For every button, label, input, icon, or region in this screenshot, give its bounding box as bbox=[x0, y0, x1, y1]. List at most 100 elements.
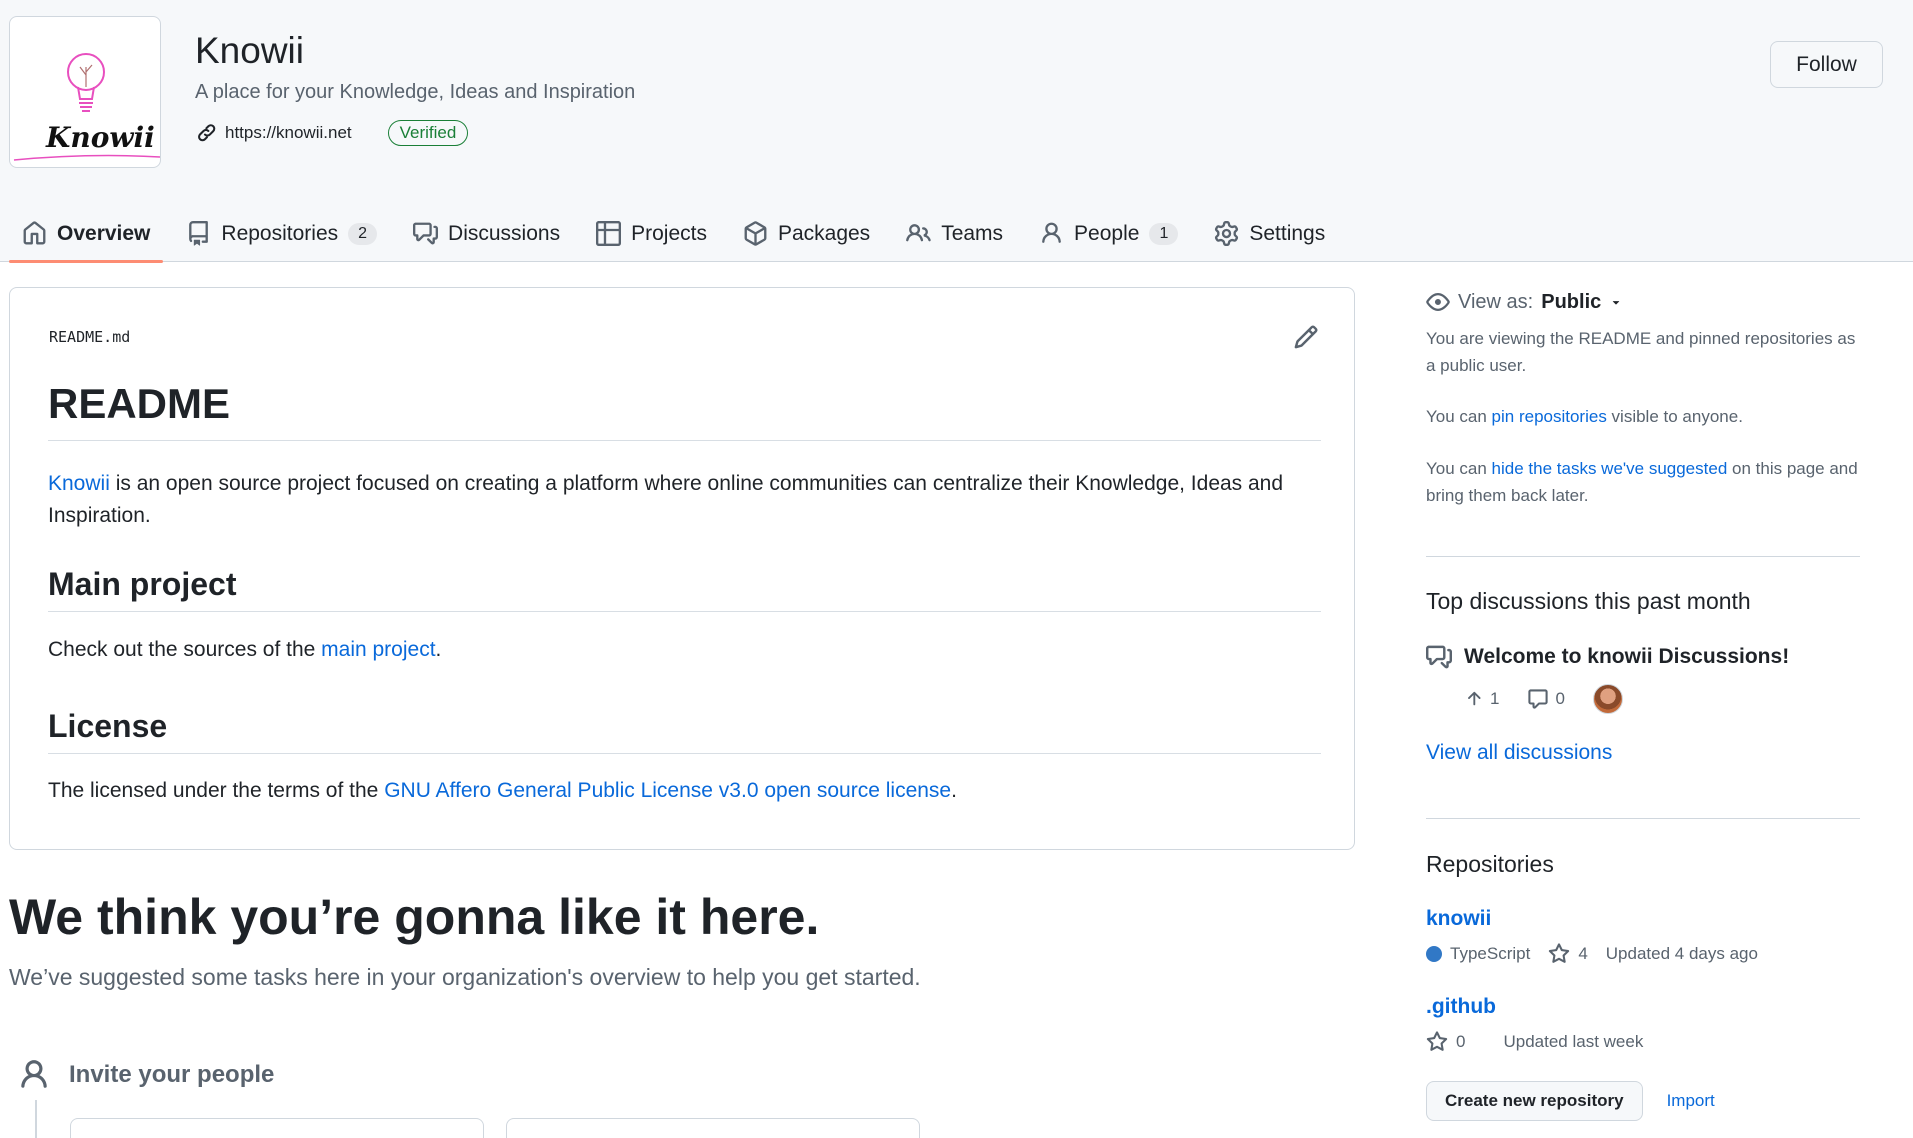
repo-icon bbox=[189, 221, 209, 246]
org-name: Knowii bbox=[195, 30, 304, 71]
invite-people-label: Invite your people bbox=[69, 1061, 275, 1088]
people-count: 1 bbox=[1149, 222, 1179, 245]
discussion-meta: 1 0 bbox=[1464, 684, 1898, 714]
caret-down-icon bbox=[1613, 301, 1620, 305]
tab-packages[interactable]: Packages bbox=[730, 205, 883, 262]
star-icon[interactable] bbox=[1548, 943, 1570, 965]
repo-language: TypeScript bbox=[1450, 944, 1531, 963]
org-meta: https://knowii.net Verified bbox=[195, 120, 469, 146]
follow-button[interactable]: Follow bbox=[1770, 41, 1883, 88]
pin-repositories-link[interactable]: pin repositories bbox=[1492, 407, 1607, 426]
comment-count: 0 bbox=[1555, 689, 1565, 708]
tab-label: Packages bbox=[777, 221, 871, 245]
repo-link-github[interactable]: .github bbox=[1426, 995, 1860, 1019]
hide-tasks-notice: You can hide the tasks we've suggested o… bbox=[1426, 455, 1860, 509]
discussion-icon bbox=[1426, 645, 1452, 669]
tab-label: Projects bbox=[631, 221, 707, 245]
repo-updated: Updated last week bbox=[1503, 1032, 1644, 1051]
main-project-prefix: Check out the sources of the bbox=[48, 638, 322, 661]
repositories-count: 2 bbox=[348, 222, 378, 245]
repo-updated: Updated 4 days ago bbox=[1605, 944, 1758, 963]
discussions-title: Top discussions this past month bbox=[1426, 588, 1751, 614]
repo-stars: 4 bbox=[1578, 944, 1588, 963]
org-header: Knowii Knowii A place for your Knowledge… bbox=[0, 0, 1913, 263]
view-as-value: Public bbox=[1541, 290, 1602, 313]
sidebar-divider bbox=[1426, 818, 1860, 819]
invite-people-task[interactable]: Invite your people bbox=[17, 1058, 274, 1092]
view-as[interactable]: View as: Public bbox=[1426, 290, 1860, 314]
readme-title: README bbox=[48, 380, 1321, 441]
create-repository-button[interactable]: Create new repository bbox=[1426, 1081, 1643, 1121]
main-project-heading: Main project bbox=[48, 566, 1321, 612]
discussion-item[interactable]: Welcome to knowii Discussions! bbox=[1426, 644, 1860, 670]
comment-stat[interactable]: 0 bbox=[1527, 688, 1565, 710]
repo-link-knowii[interactable]: knowii bbox=[1426, 907, 1860, 931]
star-icon[interactable] bbox=[1426, 1031, 1448, 1053]
viewing-notice: You are viewing the README and pinned re… bbox=[1426, 329, 1856, 375]
lightbulb-logo-icon: Knowii bbox=[13, 53, 160, 161]
tab-label: Teams bbox=[941, 221, 1004, 245]
pin-suffix: visible to anyone. bbox=[1606, 407, 1743, 426]
repo-meta: 0 Updated last week bbox=[1426, 1031, 1860, 1053]
person-icon bbox=[1042, 222, 1061, 243]
upvote-count: 1 bbox=[1490, 689, 1500, 708]
avatar[interactable] bbox=[1592, 684, 1623, 714]
arrow-up-icon bbox=[1468, 691, 1481, 706]
pin-notice: You can pin repositories visible to anyo… bbox=[1426, 403, 1860, 430]
upvote-stat[interactable]: 1 bbox=[1464, 689, 1499, 709]
discussion-title: Welcome to knowii Discussions! bbox=[1464, 645, 1790, 668]
tab-settings[interactable]: Settings bbox=[1201, 205, 1338, 262]
table-icon bbox=[596, 221, 622, 246]
license-link[interactable]: GNU Affero General Public License v3.0 o… bbox=[384, 779, 951, 802]
readme-filename[interactable]: README.md bbox=[49, 328, 130, 346]
suggestions-heading: We think you’re gonna like it here. bbox=[9, 889, 820, 945]
tab-projects[interactable]: Projects bbox=[583, 205, 720, 262]
tab-discussions[interactable]: Discussions bbox=[400, 205, 573, 262]
verified-badge[interactable]: Verified bbox=[387, 120, 469, 146]
tab-repositories[interactable]: Repositories 2 bbox=[173, 205, 390, 262]
repositories-title: Repositories bbox=[1426, 851, 1554, 877]
suggestion-card[interactable] bbox=[70, 1118, 484, 1138]
link-icon bbox=[195, 122, 217, 144]
comment-icon bbox=[1528, 689, 1549, 709]
tab-overview[interactable]: Overview bbox=[9, 205, 164, 263]
home-icon bbox=[23, 221, 46, 245]
license-heading: License bbox=[48, 708, 1321, 754]
knowii-link[interactable]: Knowii bbox=[48, 472, 110, 495]
pin-prefix: You can bbox=[1426, 407, 1492, 426]
readme-intro-text: is an open source project focused on cre… bbox=[48, 472, 1284, 527]
discussion-icon bbox=[413, 222, 439, 245]
hide-prefix: You can bbox=[1426, 459, 1492, 478]
people-icon bbox=[906, 224, 931, 242]
main-project-text: Check out the sources of the main projec… bbox=[48, 634, 1321, 666]
org-website-link[interactable]: https://knowii.net bbox=[225, 123, 352, 143]
org-logo: Knowii bbox=[9, 16, 161, 168]
org-tabs: Overview Repositories 2 Discussions Proj… bbox=[9, 205, 1348, 263]
repo-meta: TypeScript 4 Updated 4 days ago bbox=[1426, 943, 1860, 965]
tab-label: People bbox=[1074, 221, 1140, 245]
main-project-link[interactable]: main project bbox=[321, 638, 435, 661]
org-description: A place for your Knowledge, Ideas and In… bbox=[195, 81, 636, 103]
import-link[interactable]: Import bbox=[1667, 1091, 1715, 1111]
view-as-label: View as: bbox=[1458, 290, 1534, 313]
eye-icon bbox=[1426, 293, 1450, 311]
package-icon bbox=[744, 221, 767, 246]
timeline-line bbox=[35, 1100, 37, 1138]
tab-teams[interactable]: Teams bbox=[893, 205, 1016, 262]
main-project-suffix: . bbox=[435, 638, 442, 661]
license-prefix: The licensed under the terms of the bbox=[48, 779, 385, 802]
suggestions-subheading: We’ve suggested some tasks here in your … bbox=[9, 964, 921, 990]
pencil-icon[interactable] bbox=[1293, 324, 1319, 350]
readme-card: README.md README Knowii is an open sourc… bbox=[9, 287, 1355, 850]
repo-stars: 0 bbox=[1456, 1032, 1466, 1051]
readme-intro: Knowii is an open source project focused… bbox=[48, 468, 1321, 532]
hide-tasks-link[interactable]: hide the tasks we've suggested bbox=[1492, 459, 1728, 478]
view-all-discussions-link[interactable]: View all discussions bbox=[1426, 741, 1860, 765]
tab-people[interactable]: People 1 bbox=[1026, 205, 1191, 262]
gear-icon bbox=[1215, 221, 1239, 246]
suggestion-card[interactable] bbox=[506, 1118, 920, 1138]
tab-label: Discussions bbox=[448, 221, 561, 245]
person-icon bbox=[21, 1060, 47, 1088]
language-color-dot bbox=[1426, 946, 1442, 962]
license-text: The licensed under the terms of the GNU … bbox=[48, 775, 1321, 807]
